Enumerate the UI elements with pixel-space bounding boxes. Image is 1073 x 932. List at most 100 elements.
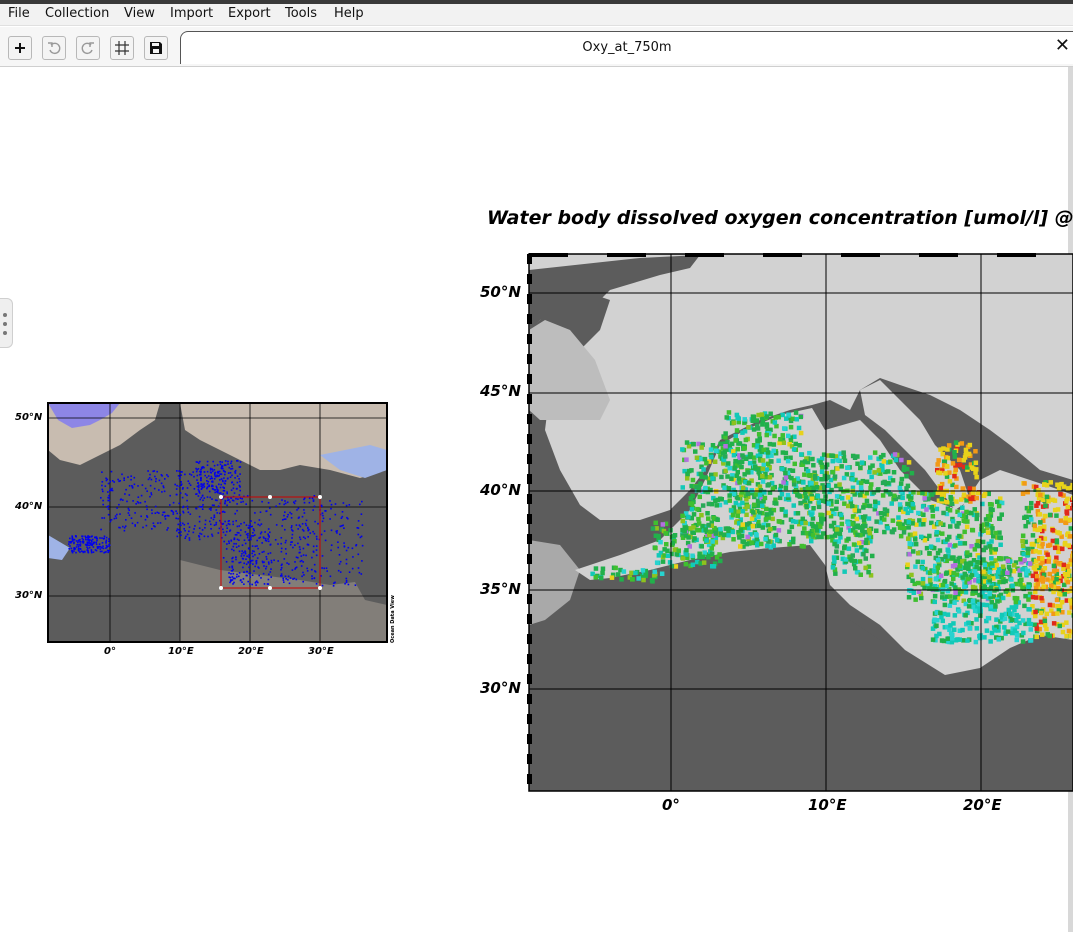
station-point [267,502,270,504]
data-cell [965,576,970,582]
data-cell [1050,497,1056,503]
selection-handle[interactable] [219,495,223,499]
station-point [235,558,237,561]
station-point [314,570,316,572]
data-cell [832,541,837,547]
station-point [238,494,241,496]
data-cell [684,457,689,462]
station-point [240,529,242,531]
data-cell [1025,489,1030,495]
data-cell [967,442,973,448]
station-point [254,565,256,568]
data-cell [931,568,937,573]
data-cell [1023,514,1029,520]
data-cell [855,532,860,538]
station-point [246,536,249,539]
data-cell [776,519,782,524]
data-cell [858,465,863,470]
station-point [280,547,283,550]
station-point [206,470,209,473]
station-point [335,530,337,533]
main-map[interactable] [527,253,1073,792]
data-cell [924,545,930,551]
overview-map[interactable] [47,402,388,643]
data-cell [933,576,939,582]
station-point [302,554,305,556]
data-cell [1060,546,1065,552]
data-cell [725,439,730,445]
station-point [302,561,304,563]
station-point [204,523,207,526]
data-cell [783,475,789,480]
data-cell [861,505,866,510]
station-point [198,515,201,518]
data-cell [1044,626,1049,632]
station-point [305,519,308,522]
selection-handle[interactable] [268,586,272,590]
data-cell [730,512,736,518]
station-point [198,484,200,486]
station-point [154,475,156,478]
station-point [280,550,283,553]
data-cell [988,585,994,590]
station-point [123,477,125,479]
station-point [196,474,199,477]
station-point [209,467,212,470]
data-cell [973,449,978,454]
station-point [214,473,216,476]
station-point [351,567,354,570]
data-cell [989,561,995,566]
data-cell [1047,542,1053,548]
data-cell [742,429,748,434]
data-cell [830,458,835,464]
data-cell [878,511,884,516]
station-point [240,579,242,581]
station-point [264,531,266,533]
selection-handle[interactable] [268,495,272,499]
data-cell [982,562,987,568]
data-cell [776,528,782,533]
station-point [177,523,180,526]
data-cell [753,532,759,537]
data-cell [765,543,770,549]
data-cell [920,581,926,586]
data-cell [826,501,831,506]
station-point [200,468,202,471]
data-cell [975,560,980,565]
data-cell [1046,499,1051,504]
station-point [105,477,107,480]
data-cell [809,512,814,517]
station-point [236,573,238,576]
data-cell [809,481,814,486]
station-point [247,527,250,529]
station-point [107,482,110,485]
station-point [219,463,222,466]
data-cell [695,506,700,512]
station-point [265,565,268,568]
station-point [126,500,128,503]
station-point [180,531,182,533]
data-cell [858,572,863,577]
station-point [260,531,263,533]
data-cell [952,613,958,618]
station-point [337,541,339,543]
station-point [202,504,204,506]
station-point [87,544,89,546]
selection-handle[interactable] [318,586,322,590]
station-point [270,561,273,564]
data-cell [1054,555,1059,560]
station-point [281,575,283,577]
data-cell [970,598,976,604]
station-point [259,511,262,513]
selection-handle[interactable] [318,495,322,499]
data-cell [752,502,757,508]
data-cell [1060,629,1066,635]
data-cell [903,506,908,512]
data-cell [859,460,865,465]
station-point [210,523,212,526]
station-point [211,468,214,470]
data-cell [904,486,909,491]
data-cell [761,462,766,467]
selection-handle[interactable] [219,586,223,590]
station-point [256,539,258,542]
